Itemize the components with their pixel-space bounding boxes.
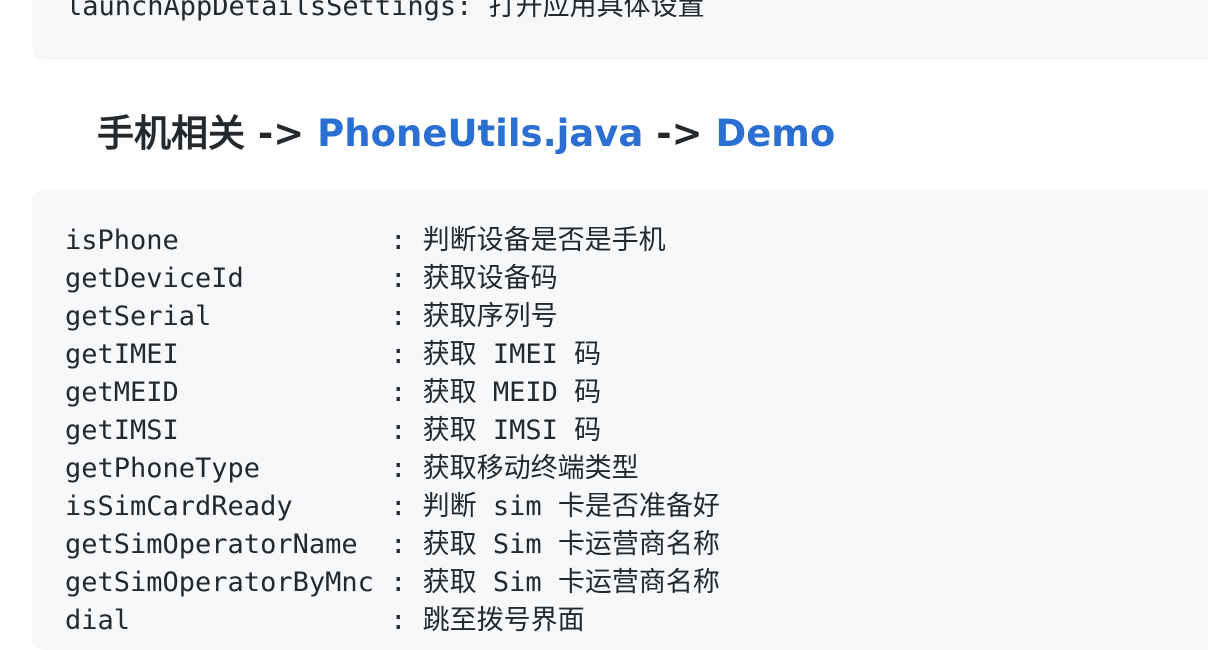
phoneutils-java-link[interactable]: PhoneUtils.java xyxy=(317,112,643,155)
code-line: getIMEI : 获取 IMEI 码 xyxy=(65,339,602,370)
code-line: isSimCardReady : 判断 sim 卡是否准备好 xyxy=(65,491,720,522)
code-line: getSimOperatorName : 获取 Sim 卡运营商名称 xyxy=(65,529,720,560)
code-line: getSimOperatorByMnc : 获取 Sim 卡运营商名称 xyxy=(65,567,720,598)
code-line: getIMSI : 获取 IMSI 码 xyxy=(65,415,602,446)
heading-arrow: -> xyxy=(257,112,318,155)
code-block-phoneutils: isPhone : 判断设备是否是手机 getDeviceId : 获取设备码 … xyxy=(32,190,1208,650)
code-line: isPhone : 判断设备是否是手机 xyxy=(65,225,666,256)
heading-arrow: -> xyxy=(643,112,716,155)
code-block-previous: launchAppDetailsSettings: 打开应用具体设置 xyxy=(32,0,1208,60)
section-heading: 手机相关 -> PhoneUtils.java -> Demo xyxy=(97,108,835,160)
code-line: getDeviceId : 获取设备码 xyxy=(65,263,558,294)
demo-link[interactable]: Demo xyxy=(716,112,836,155)
heading-prefix: 手机相关 xyxy=(97,112,258,155)
code-line: dial : 跳至拨号界面 xyxy=(65,605,585,636)
code-line: getSerial : 获取序列号 xyxy=(65,301,558,332)
code-line: launchAppDetailsSettings: 打开应用具体设置 xyxy=(66,0,705,22)
code-line: getPhoneType : 获取移动终端类型 xyxy=(65,453,639,484)
code-line: getMEID : 获取 MEID 码 xyxy=(65,377,602,408)
